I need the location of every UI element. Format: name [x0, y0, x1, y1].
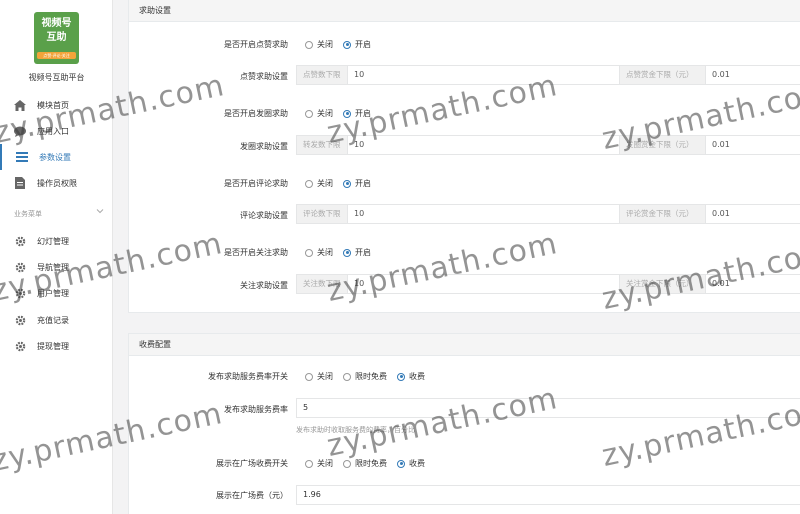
radio-off[interactable]: 关闭: [305, 371, 333, 382]
radio-charge[interactable]: 收费: [397, 458, 425, 469]
platform-name: 视频号互助平台: [28, 73, 85, 82]
follow-min-input[interactable]: 10: [348, 275, 619, 293]
radio-limited-free[interactable]: 限时免费: [343, 458, 387, 469]
comment-settings-input-group: 评论数下限 10 评论赏金下限（元） 0.01: [296, 204, 800, 224]
follow-min-addon: 关注数下限: [296, 275, 348, 293]
follow-switch-radio-group: 关闭 开启: [305, 247, 381, 258]
comment-switch-label: 是否开启评论求助: [224, 179, 288, 188]
follow-settings-label: 关注求助设置: [240, 281, 288, 290]
sidebar: 视频号 互助 点赞·评论·关注 视频号互助平台 模块首页 应用入口 参数设置 操…: [0, 0, 113, 514]
like-reward-input[interactable]: 0.01: [706, 66, 800, 84]
comment-settings-label: 评论求助设置: [240, 211, 288, 220]
comment-min-addon: 评论数下限: [296, 205, 348, 223]
comment-reward-addon: 评论赏金下限（元）: [619, 205, 706, 223]
sidebar-item-label: 操作员权限: [37, 178, 77, 188]
panel-title: 收费配置: [129, 334, 800, 356]
follow-settings-input-group: 关注数下限 10 关注赏金下限（元） 0.01: [296, 274, 800, 294]
document-icon: [14, 177, 26, 189]
moments-switch-radio-group: 关闭 开启: [305, 108, 381, 119]
square-switch-radio-group: 关闭 限时免费 收费: [305, 458, 435, 469]
fee-rate-help: 发布求助时收取服务费的费率，百分比: [296, 426, 415, 434]
sidebar-item-withdraw[interactable]: 提现管理: [0, 333, 113, 359]
fee-rate-label: 发布求助服务费率: [224, 405, 288, 414]
home-icon: [14, 99, 26, 111]
gear-icon: [14, 261, 26, 273]
radio-off[interactable]: 关闭: [305, 39, 333, 50]
business-menu-label: 业务菜单: [14, 210, 42, 218]
moments-reward-addon: 发圈赏金下限（元）: [619, 136, 706, 154]
list-icon: [16, 151, 28, 163]
forward-min-addon: 转发数下限: [296, 136, 348, 154]
moments-reward-input[interactable]: 0.01: [706, 136, 800, 154]
radio-on[interactable]: 开启: [343, 108, 371, 119]
app-logo: 视频号 互助 点赞·评论·关注: [34, 12, 79, 64]
sidebar-item-operator-perm[interactable]: 操作员权限: [0, 170, 113, 196]
like-min-input[interactable]: 10: [348, 66, 619, 84]
sidebar-item-label: 应用入口: [37, 126, 69, 136]
gear-icon: [14, 340, 26, 352]
comment-min-input[interactable]: 10: [348, 205, 619, 223]
radio-off[interactable]: 关闭: [305, 108, 333, 119]
gear-icon: [14, 314, 26, 326]
sidebar-item-label: 用户管理: [37, 288, 69, 298]
sidebar-item-users[interactable]: 用户管理: [0, 280, 113, 306]
fee-switch-radio-group: 关闭 限时免费 收费: [305, 371, 435, 382]
sidebar-item-home[interactable]: 模块首页: [0, 92, 113, 118]
radio-off[interactable]: 关闭: [305, 247, 333, 258]
radio-on[interactable]: 开启: [343, 247, 371, 258]
comment-switch-radio-group: 关闭 开启: [305, 178, 381, 189]
moments-settings-input-group: 转发数下限 10 发圈赏金下限（元） 0.01: [296, 135, 800, 155]
radio-on[interactable]: 开启: [343, 178, 371, 189]
like-settings-input-group: 点赞数下限 10 点赞赏金下限（元） 0.01: [296, 65, 800, 85]
moments-settings-label: 发圈求助设置: [240, 142, 288, 151]
square-switch-label: 展示在广场收费开关: [216, 459, 288, 468]
like-switch-radio-group: 关闭 开启: [305, 39, 381, 50]
logo-tag: 点赞·评论·关注: [37, 52, 76, 59]
like-reward-addon: 点赞赏金下限（元）: [619, 66, 706, 84]
moments-switch-label: 是否开启发圈求助: [224, 109, 288, 118]
logo-line-2: 互助: [46, 32, 67, 43]
radio-limited-free[interactable]: 限时免费: [343, 371, 387, 382]
logo-line-1: 视频号: [41, 18, 72, 29]
sidebar-item-label: 提现管理: [37, 341, 69, 351]
panel-title: 求助设置: [129, 0, 800, 22]
radio-off[interactable]: 关闭: [305, 178, 333, 189]
like-settings-label: 点赞求助设置: [240, 72, 288, 81]
sidebar-item-slides[interactable]: 幻灯管理: [0, 228, 113, 254]
sidebar-item-label: 充值记录: [37, 315, 69, 325]
gear-icon: [14, 287, 26, 299]
sidebar-item-app-entry[interactable]: 应用入口: [0, 118, 113, 144]
like-min-addon: 点赞数下限: [296, 66, 348, 84]
follow-reward-input[interactable]: 0.01: [706, 275, 800, 293]
sidebar-item-label: 模块首页: [37, 100, 69, 110]
like-switch-label: 是否开启点赞求助: [224, 40, 288, 49]
sidebar-item-params[interactable]: 参数设置: [0, 144, 113, 170]
gear-icon: [14, 235, 26, 247]
radio-charge[interactable]: 收费: [397, 371, 425, 382]
square-fee-input[interactable]: 1.96: [296, 485, 800, 505]
sidebar-item-label: 导航管理: [37, 262, 69, 272]
forward-min-input[interactable]: 10: [348, 136, 619, 154]
follow-switch-label: 是否开启关注求助: [224, 248, 288, 257]
sidebar-item-nav[interactable]: 导航管理: [0, 254, 113, 280]
follow-reward-addon: 关注赏金下限（元）: [619, 275, 706, 293]
chat-icon: [14, 125, 26, 137]
comment-reward-input[interactable]: 0.01: [706, 205, 800, 223]
sidebar-item-label: 幻灯管理: [37, 236, 69, 246]
radio-off[interactable]: 关闭: [305, 458, 333, 469]
chevron-down-icon[interactable]: [96, 207, 104, 215]
sidebar-item-label: 参数设置: [39, 152, 71, 162]
fee-rate-input[interactable]: 5: [296, 398, 800, 418]
radio-on[interactable]: 开启: [343, 39, 371, 50]
sidebar-item-recharge[interactable]: 充值记录: [0, 307, 113, 333]
fee-switch-label: 发布求助服务费率开关: [208, 372, 288, 381]
square-fee-label: 展示在广场费（元）: [216, 491, 288, 500]
